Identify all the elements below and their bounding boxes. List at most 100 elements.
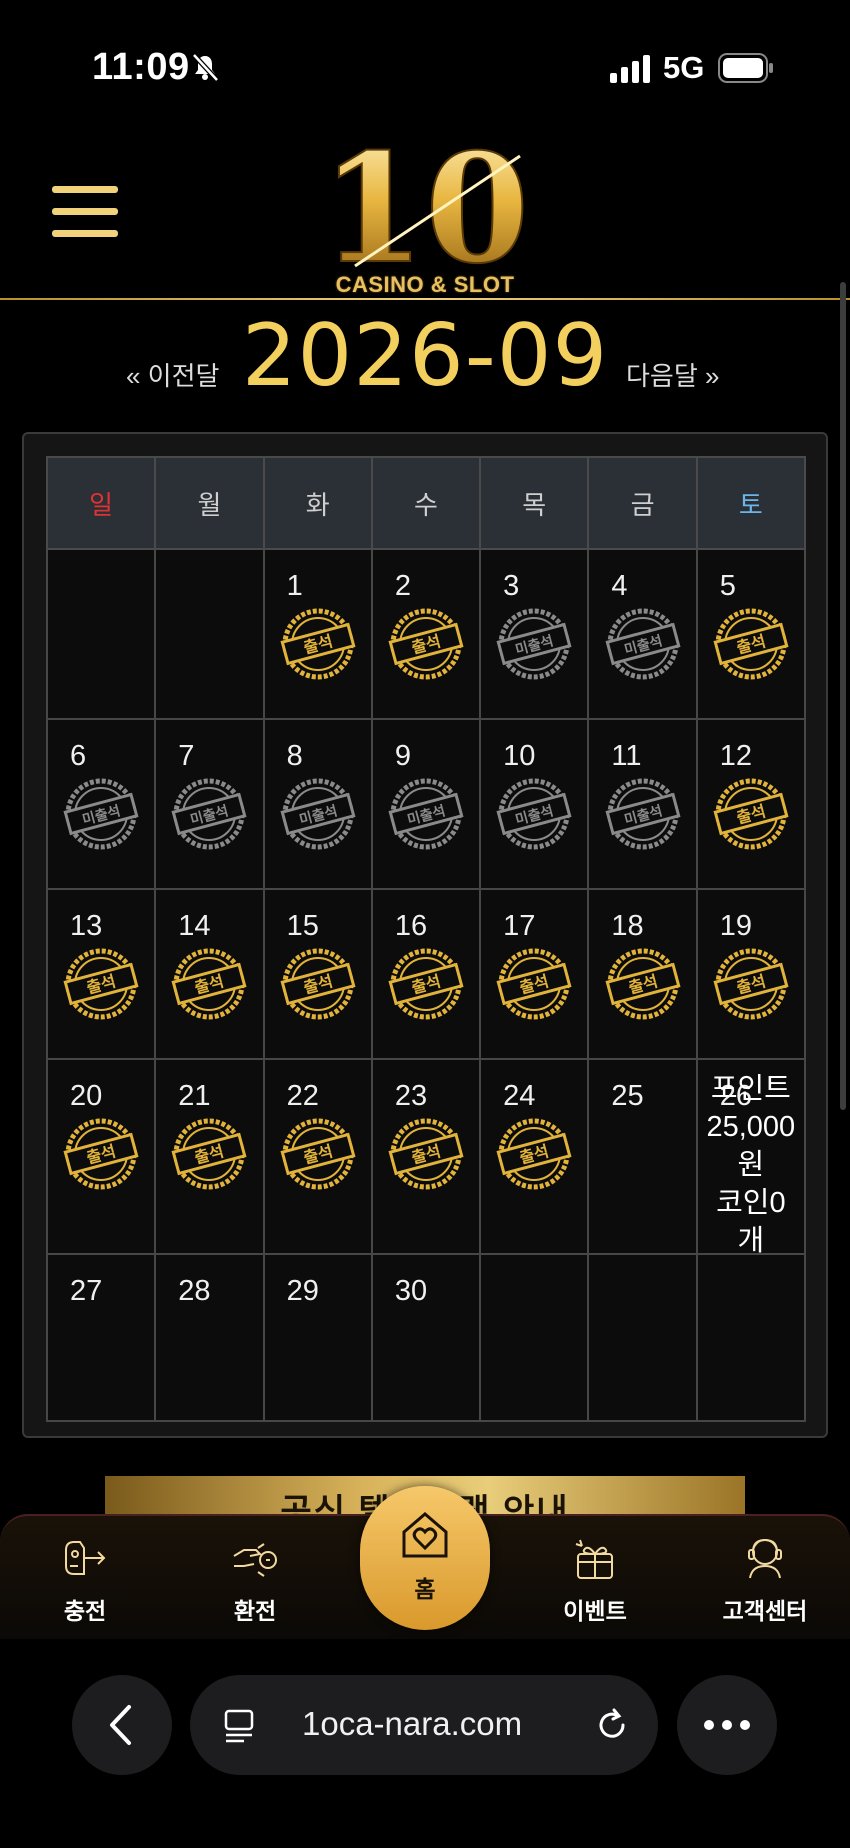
logo-text: CASINO & SLOT: [335, 272, 515, 297]
attended-stamp-icon: 출석: [388, 1118, 464, 1190]
reload-icon[interactable]: [592, 1705, 632, 1745]
calendar-day-cell[interactable]: 7 미출석: [154, 718, 265, 890]
nav-charge[interactable]: 충전: [25, 1526, 145, 1636]
calendar-day-cell[interactable]: 8 미출석: [262, 718, 373, 890]
attended-stamp-icon: 출석: [63, 948, 139, 1020]
calendar-day-cell[interactable]: 20 출석: [45, 1058, 157, 1255]
attended-stamp-icon: 출석: [496, 948, 572, 1020]
calendar-day-cell[interactable]: 2 출석: [370, 548, 482, 720]
battery-icon: [718, 53, 773, 83]
menu-bar: [52, 186, 118, 193]
address-bar[interactable]: 1oca-nara.com: [190, 1675, 658, 1775]
site-header: 10 CASINO & SLOT: [0, 120, 850, 300]
reward-tooltip-line: 포인트: [710, 1073, 791, 1105]
hamburger-menu-button[interactable]: [52, 186, 118, 242]
day-number: 14: [178, 910, 211, 942]
attended-stamp-icon: 출석: [171, 1118, 247, 1190]
gift-icon: [575, 1539, 613, 1579]
calendar-day-cell[interactable]: 3 미출석: [479, 548, 590, 720]
calendar-day-cell[interactable]: 26 포인트 25,000 원 코인0 개: [695, 1058, 807, 1257]
day-number: 22: [286, 1080, 319, 1112]
day-number: 1: [286, 570, 303, 602]
day-number: 29: [286, 1275, 319, 1307]
nav-home[interactable]: 홈: [360, 1486, 490, 1630]
calendar-day-cell[interactable]: 5 출석: [695, 548, 807, 720]
site-logo[interactable]: 10 CASINO & SLOT: [315, 120, 535, 298]
weekday-sun: 일: [45, 456, 157, 550]
nav-event[interactable]: 이벤트: [535, 1526, 655, 1636]
day-number: 16: [394, 910, 428, 942]
calendar-week-row: 6 미출석 7 미출석 8 미출석 9 미출석 10 미출석 11 미출석 12 출석: [45, 718, 807, 890]
calendar-day-cell[interactable]: 11 미출석: [587, 718, 698, 890]
absent-stamp-icon: 미출석: [171, 778, 247, 850]
attended-stamp-icon: 출석: [280, 608, 356, 680]
exchange-icon: [233, 1543, 277, 1577]
calendar-day-cell[interactable]: 6 미출석: [45, 718, 157, 890]
day-number: 5: [719, 570, 736, 602]
day-number: 28: [178, 1275, 211, 1307]
calendar-day-cell[interactable]: 17 출석: [479, 888, 590, 1060]
calendar-day-cell[interactable]: 30: [370, 1253, 482, 1422]
attended-stamp-icon: 출석: [280, 948, 356, 1020]
calendar-day-cell[interactable]: 1 출석: [262, 548, 373, 720]
weekday-tue: 화: [262, 456, 373, 550]
day-number: 7: [178, 740, 195, 772]
calendar-day-cell[interactable]: 13 출석: [45, 888, 157, 1060]
day-number: 19: [719, 910, 752, 942]
calendar-day-cell[interactable]: 14 출석: [154, 888, 265, 1060]
calendar-day-cell[interactable]: 28: [154, 1253, 265, 1422]
browser-toolbar: 1oca-nara.com: [0, 1639, 850, 1848]
charge-icon: [65, 1541, 106, 1575]
tabs-icon: [224, 1709, 254, 1743]
day-number: 3: [503, 570, 520, 602]
calendar-day-cell[interactable]: 27: [45, 1253, 157, 1422]
browser-more-button[interactable]: [677, 1675, 777, 1775]
day-number: 9: [394, 740, 411, 772]
day-number: 27: [70, 1275, 103, 1307]
browser-back-button[interactable]: [72, 1675, 172, 1775]
calendar-day-cell[interactable]: 16 출석: [370, 888, 482, 1060]
nav-exchange[interactable]: 환전: [195, 1526, 315, 1636]
calendar-day-cell[interactable]: 12 출석: [695, 718, 807, 890]
day-number: 8: [286, 740, 303, 772]
calendar-day-cell[interactable]: 25: [587, 1058, 698, 1255]
nav-charge-label: 충전: [63, 1598, 107, 1624]
chevron-left-icon: [110, 1705, 131, 1745]
nav-support-label: 고객센터: [722, 1598, 808, 1624]
calendar-day-cell[interactable]: 24 출석: [479, 1058, 590, 1255]
ellipsis-icon: [704, 1720, 750, 1730]
calendar-day-cell[interactable]: 29: [262, 1253, 373, 1422]
nav-support[interactable]: 고객센터: [705, 1526, 825, 1636]
next-month-link[interactable]: 다음달 »: [626, 356, 719, 393]
logo-number: 10: [321, 136, 530, 276]
attended-stamp-icon: 출석: [496, 1118, 572, 1190]
day-number: 25: [611, 1080, 644, 1112]
attended-stamp-icon: 출석: [280, 1118, 356, 1190]
day-number: 15: [286, 910, 319, 942]
calendar-empty-cell: [587, 1253, 698, 1422]
weekday-mon: 월: [154, 456, 265, 550]
reward-tooltip-line: 코인0: [716, 1187, 786, 1219]
calendar-empty-cell: [154, 548, 265, 720]
day-number: 24: [503, 1080, 536, 1112]
home-icon: [402, 1512, 448, 1558]
network-type: 5G: [663, 50, 705, 85]
calendar-day-cell[interactable]: 22 출석: [262, 1058, 373, 1255]
calendar-day-cell[interactable]: 9 미출석: [370, 718, 482, 890]
calendar-day-cell[interactable]: 10 미출석: [479, 718, 590, 890]
calendar-day-cell[interactable]: 19 출석: [695, 888, 807, 1060]
calendar-day-cell[interactable]: 4 미출석: [587, 548, 698, 720]
calendar-day-cell[interactable]: 23 출석: [370, 1058, 482, 1255]
menu-bar: [52, 208, 118, 215]
calendar-day-cell[interactable]: 21 출석: [154, 1058, 265, 1255]
calendar-week-row: 13 출석 14 출석 15 출석 16 출석 17 출석 18 출석 19 출석: [45, 888, 807, 1060]
attended-stamp-icon: 출석: [388, 608, 464, 680]
calendar-day-cell[interactable]: 15 출석: [262, 888, 373, 1060]
day-number: 6: [70, 740, 87, 772]
day-number: 23: [394, 1080, 428, 1112]
support-icon: [748, 1538, 782, 1579]
weekday-header-row: 일 월 화 수 목 금 토: [45, 456, 807, 550]
day-number: 12: [719, 740, 752, 772]
logo-number-graphic: 10: [320, 120, 531, 298]
calendar-day-cell[interactable]: 18 출석: [587, 888, 698, 1060]
